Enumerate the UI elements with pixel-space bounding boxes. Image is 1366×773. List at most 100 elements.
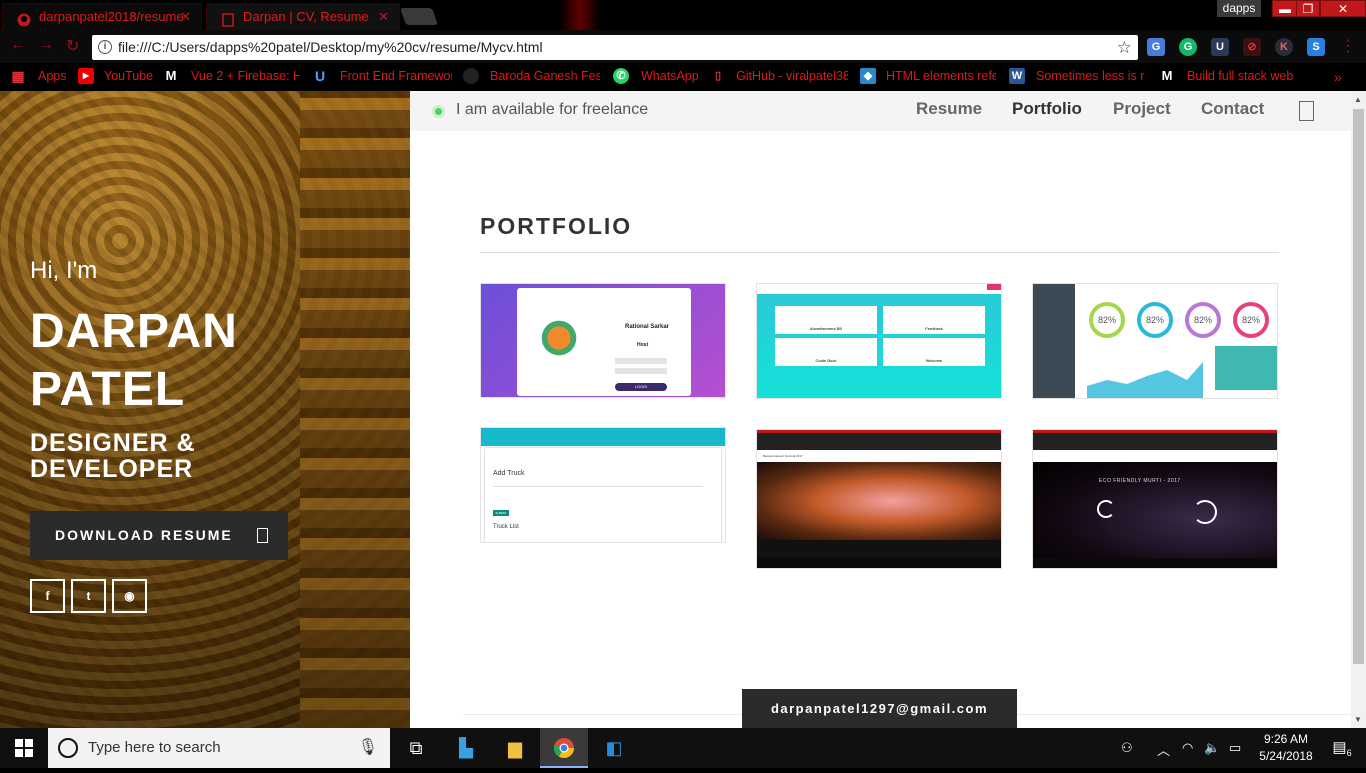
nav-resume[interactable]: Resume — [916, 99, 982, 119]
divider — [480, 252, 1279, 253]
nav-contact[interactable]: Contact — [1201, 99, 1264, 119]
computer-icon[interactable]: ▙ — [442, 728, 490, 768]
thumb-tile: Guide Book — [775, 338, 877, 366]
portfolio-item-5[interactable]: Baroda Ganesh Festival 2017 — [756, 429, 1002, 569]
hero-name-line2: PATEL — [30, 363, 186, 416]
notification-icon[interactable]: ▤6 — [1318, 728, 1366, 768]
scrollbar[interactable]: ▲ ▼ — [1351, 91, 1366, 728]
tab-github-resume[interactable]: darpanpatel2018/resume ✕ — [2, 3, 202, 30]
thumb-divider — [493, 486, 703, 487]
youtube-icon: ▶ — [78, 68, 94, 84]
tab-darpan-cv[interactable]: Darpan | CV, Resume ✕ — [206, 3, 400, 30]
k-extension-icon[interactable]: K — [1275, 38, 1293, 56]
thumb-button: LOGIN — [615, 383, 667, 391]
scrollbar-thumb[interactable] — [1353, 109, 1364, 664]
twitter-icon[interactable]: t — [71, 579, 106, 613]
scroll-down-icon[interactable]: ▼ — [1354, 715, 1362, 724]
people-icon[interactable]: ⚇ — [1121, 740, 1133, 756]
bookmark-youtube[interactable]: YouTube — [104, 69, 153, 83]
file-icon — [221, 10, 235, 27]
github-icon[interactable]: ◉ — [112, 579, 147, 613]
portfolio-item-3[interactable]: 82% 82% 82% 82% — [1032, 283, 1278, 399]
bookmark-vue[interactable]: Vue 2 + Firebase: Ho — [191, 69, 299, 83]
medium-icon: M — [165, 68, 177, 83]
thumb-input — [615, 368, 667, 374]
taskbar-search[interactable]: Type here to search 🎙 — [48, 728, 390, 768]
bookmark-github[interactable]: GitHub - viralpatel38 — [736, 69, 848, 83]
hero-greeting: Hi, I'm — [30, 257, 98, 284]
info-icon[interactable]: i — [98, 40, 112, 54]
download-resume-button[interactable]: DOWNLOAD RESUME — [30, 511, 288, 560]
portfolio-item-1[interactable]: Rational Sarkar Host LOGIN — [480, 283, 726, 398]
bookmark-apps[interactable]: Apps — [38, 69, 67, 83]
thumb-header — [757, 284, 1001, 294]
battery-icon[interactable]: ▭ — [1229, 740, 1241, 756]
document-icon[interactable] — [1299, 101, 1314, 121]
thumb-gauge: 82% — [1089, 302, 1125, 338]
grammarly-icon[interactable]: G — [1179, 38, 1197, 56]
address-bar[interactable]: i file:///C:/Users/dapps%20patel/Desktop… — [92, 35, 1138, 60]
nav-portfolio[interactable]: Portfolio — [1012, 99, 1082, 119]
tab-strip — [0, 0, 1366, 30]
clock[interactable]: 9:26 AM 5/24/2018 — [1253, 731, 1319, 765]
portfolio-item-4[interactable]: Add Truck SUBMIT Truck List — [480, 427, 726, 543]
bookmark-baroda[interactable]: Baroda Ganesh Festi — [490, 69, 600, 83]
bookmark-fullstack[interactable]: Build full stack web — [1187, 69, 1295, 83]
bookmarks-overflow[interactable]: » — [1334, 69, 1342, 85]
portfolio-item-6[interactable]: ECO FRIENDLY MURTI - 2017 — [1032, 429, 1278, 569]
profile-button[interactable]: dapps — [1217, 0, 1261, 17]
minimize-icon[interactable]: ▬ — [1272, 0, 1298, 17]
thumb-header — [481, 428, 725, 446]
download-resume-label: DOWNLOAD RESUME — [55, 527, 233, 543]
back-icon[interactable]: ← — [10, 36, 26, 54]
translate-icon[interactable]: G — [1147, 38, 1165, 56]
bookmark-frontend[interactable]: Front End Framewor — [340, 69, 452, 83]
top-navbar: I am available for freelance Resume Port… — [410, 91, 1351, 131]
thumb-tile: Advertisement BB — [775, 306, 877, 334]
close-window-icon[interactable]: ✕ — [1320, 0, 1366, 17]
file-explorer-icon[interactable]: ▆ — [491, 728, 539, 768]
menu-icon[interactable]: ⋮ — [1340, 36, 1356, 56]
bookmark-html[interactable]: HTML elements refer — [886, 69, 996, 83]
whatsapp-icon: ✆ — [613, 68, 629, 84]
hero-role: DESIGNER & DEVELOPER — [30, 430, 196, 482]
forward-icon[interactable]: → — [38, 36, 54, 54]
extension-icon[interactable]: U — [1211, 38, 1229, 56]
thumb-taskbar — [1033, 558, 1277, 568]
chrome-icon[interactable] — [540, 728, 588, 768]
microphone-icon[interactable]: 🎙 — [358, 728, 378, 768]
thumb-sidebar — [1033, 284, 1075, 398]
chevron-up-icon[interactable]: ︿ — [1157, 740, 1170, 759]
close-icon[interactable]: ✕ — [180, 4, 191, 29]
volume-icon[interactable]: 🔈 — [1204, 740, 1220, 756]
bookmark-sometimes[interactable]: Sometimes less is m — [1036, 69, 1144, 83]
windows-start-icon[interactable] — [0, 728, 48, 768]
block-icon[interactable]: ⊘ — [1243, 38, 1261, 56]
new-tab-button[interactable] — [399, 8, 439, 25]
thumb-header-button — [987, 284, 1001, 290]
hero-role-line1: DESIGNER & — [30, 429, 196, 457]
close-icon[interactable]: ✕ — [378, 4, 389, 29]
star-icon[interactable]: ☆ — [1117, 35, 1132, 60]
clock-time: 9:26 AM — [1263, 732, 1309, 746]
nav-project[interactable]: Project — [1113, 99, 1171, 119]
hero-photo — [1033, 462, 1277, 558]
thumb-tile: Welcome — [883, 338, 985, 366]
email-link[interactable]: darpanpatel1297@gmail.com — [742, 689, 1017, 728]
thumb-heading: Host — [637, 342, 649, 348]
medium-icon: M — [1161, 68, 1173, 83]
portfolio-item-2[interactable]: Advertisement BB Feedback Guide Book Wel… — [756, 283, 1002, 399]
task-view-icon[interactable]: ⧉ — [392, 728, 440, 768]
word-icon: W — [1009, 68, 1025, 84]
s-extension-icon[interactable]: S — [1307, 38, 1325, 56]
maximize-icon[interactable]: ❐ — [1296, 0, 1320, 17]
facebook-icon[interactable]: f — [30, 579, 65, 613]
thumb-gauge: 82% — [1233, 302, 1269, 338]
bookmark-whatsapp[interactable]: WhatsApp — [641, 69, 699, 83]
wifi-icon[interactable]: ◠ — [1182, 740, 1193, 756]
reload-icon[interactable]: ↻ — [66, 36, 79, 56]
thumb-gauge — [1193, 500, 1217, 524]
globe-icon — [463, 68, 479, 84]
scroll-up-icon[interactable]: ▲ — [1354, 95, 1362, 104]
vscode-icon[interactable]: ◧ — [590, 728, 638, 768]
